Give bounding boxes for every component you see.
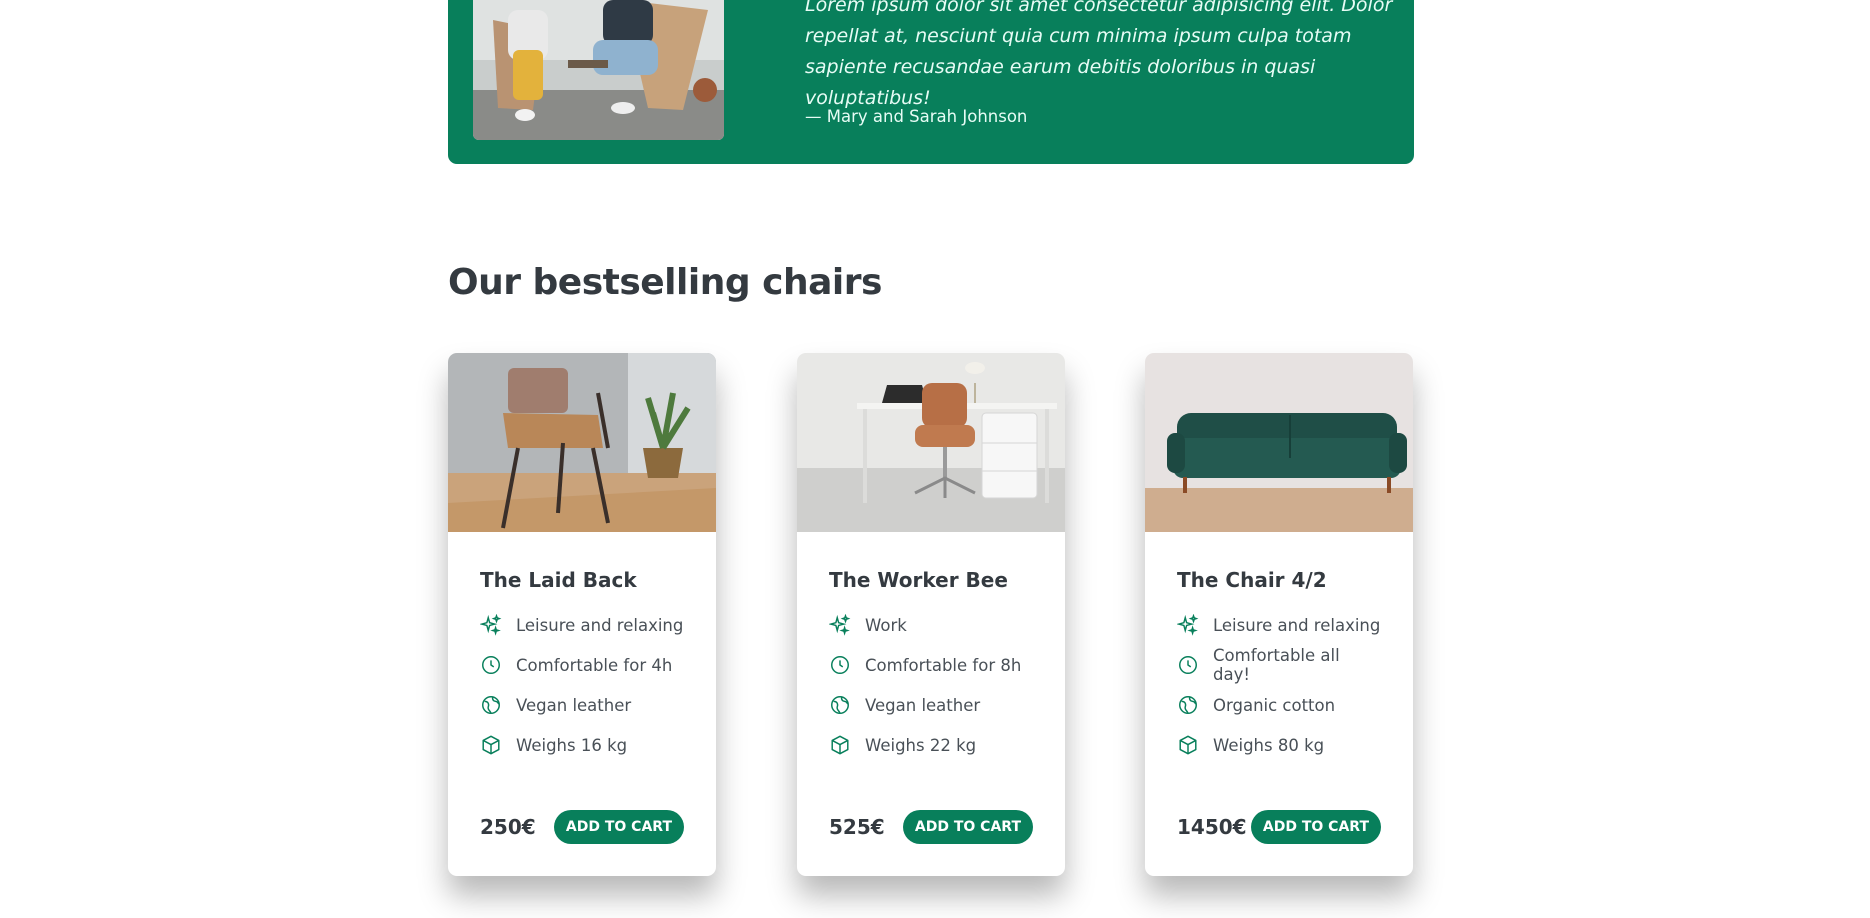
attribute-text: Comfortable all day! bbox=[1213, 646, 1340, 684]
attribute-comfort: Comfortable for 8h bbox=[829, 653, 1033, 677]
testimonial-author: — Mary and Sarah Johnson bbox=[805, 107, 1028, 126]
attribute-text: Weighs 80 kg bbox=[1213, 735, 1325, 755]
sparkles-icon bbox=[829, 614, 851, 636]
attribute-category: Leisure and relaxing bbox=[1177, 613, 1381, 637]
attribute-text: Vegan leather bbox=[865, 695, 981, 715]
attribute-text: Leisure and relaxing bbox=[516, 615, 684, 635]
product-image bbox=[797, 353, 1065, 532]
globe-icon bbox=[831, 696, 849, 714]
attribute-comfort: Comfortable all day! bbox=[1177, 646, 1381, 684]
testimonial-banner: Lorem ipsum dolor sit amet consectetur a… bbox=[448, 0, 1414, 164]
attribute-comfort: Comfortable for 4h bbox=[480, 653, 684, 677]
product-price: 1450€ bbox=[1177, 815, 1247, 839]
attribute-text: Comfortable for 8h bbox=[865, 655, 1022, 675]
attribute-weight: Weighs 16 kg bbox=[480, 733, 684, 757]
clock-icon bbox=[482, 656, 500, 674]
card-footer: 250€ ADD TO CART bbox=[480, 810, 684, 844]
card-footer: 525€ ADD TO CART bbox=[829, 810, 1033, 844]
add-to-cart-button[interactable]: ADD TO CART bbox=[1250, 810, 1381, 844]
product-name: The Laid Back bbox=[480, 568, 637, 592]
globe-icon bbox=[482, 696, 500, 714]
sparkles-icon bbox=[480, 614, 502, 636]
product-price: 250€ bbox=[480, 815, 536, 839]
product-image bbox=[1145, 353, 1413, 532]
attribute-category: Work bbox=[829, 613, 1033, 637]
attribute-material: Vegan leather bbox=[480, 693, 684, 717]
attribute-text: Leisure and relaxing bbox=[1213, 615, 1381, 635]
product-image bbox=[448, 353, 716, 532]
product-price: 525€ bbox=[829, 815, 885, 839]
add-to-cart-button[interactable]: ADD TO CART bbox=[902, 810, 1033, 844]
attribute-material: Organic cotton bbox=[1177, 693, 1381, 717]
add-to-cart-button[interactable]: ADD TO CART bbox=[553, 810, 684, 844]
attribute-text: Organic cotton bbox=[1213, 695, 1336, 715]
testimonial-quote: Lorem ipsum dolor sit amet consectetur a… bbox=[805, 0, 1393, 109]
attribute-text: Comfortable for 4h bbox=[516, 655, 673, 675]
attribute-text: Vegan leather bbox=[516, 695, 632, 715]
attribute-material: Vegan leather bbox=[829, 693, 1033, 717]
cube-icon bbox=[482, 735, 500, 755]
product-card-worker-bee: The Worker Bee Work Comfortable for 8h V… bbox=[797, 353, 1065, 876]
cube-icon bbox=[831, 735, 849, 755]
attribute-category: Leisure and relaxing bbox=[480, 613, 684, 637]
sparkles-icon bbox=[1177, 614, 1199, 636]
section-heading: Our bestselling chairs bbox=[448, 262, 882, 303]
attribute-text: Weighs 16 kg bbox=[516, 735, 628, 755]
product-card-chair-4-2: The Chair 4/2 Leisure and relaxing Comfo… bbox=[1145, 353, 1413, 876]
product-card-laid-back: The Laid Back Leisure and relaxing Comfo… bbox=[448, 353, 716, 876]
product-name: The Chair 4/2 bbox=[1177, 568, 1327, 592]
globe-icon bbox=[1179, 696, 1197, 714]
card-footer: 1450€ ADD TO CART bbox=[1177, 810, 1381, 844]
clock-icon bbox=[831, 656, 849, 674]
attribute-text: Weighs 22 kg bbox=[865, 735, 977, 755]
cube-icon bbox=[1179, 735, 1197, 755]
clock-icon bbox=[1179, 656, 1197, 674]
attribute-text: Work bbox=[865, 615, 907, 635]
attribute-weight: Weighs 22 kg bbox=[829, 733, 1033, 757]
testimonial-photo bbox=[473, 0, 724, 140]
product-name: The Worker Bee bbox=[829, 568, 1008, 592]
attribute-weight: Weighs 80 kg bbox=[1177, 733, 1381, 757]
